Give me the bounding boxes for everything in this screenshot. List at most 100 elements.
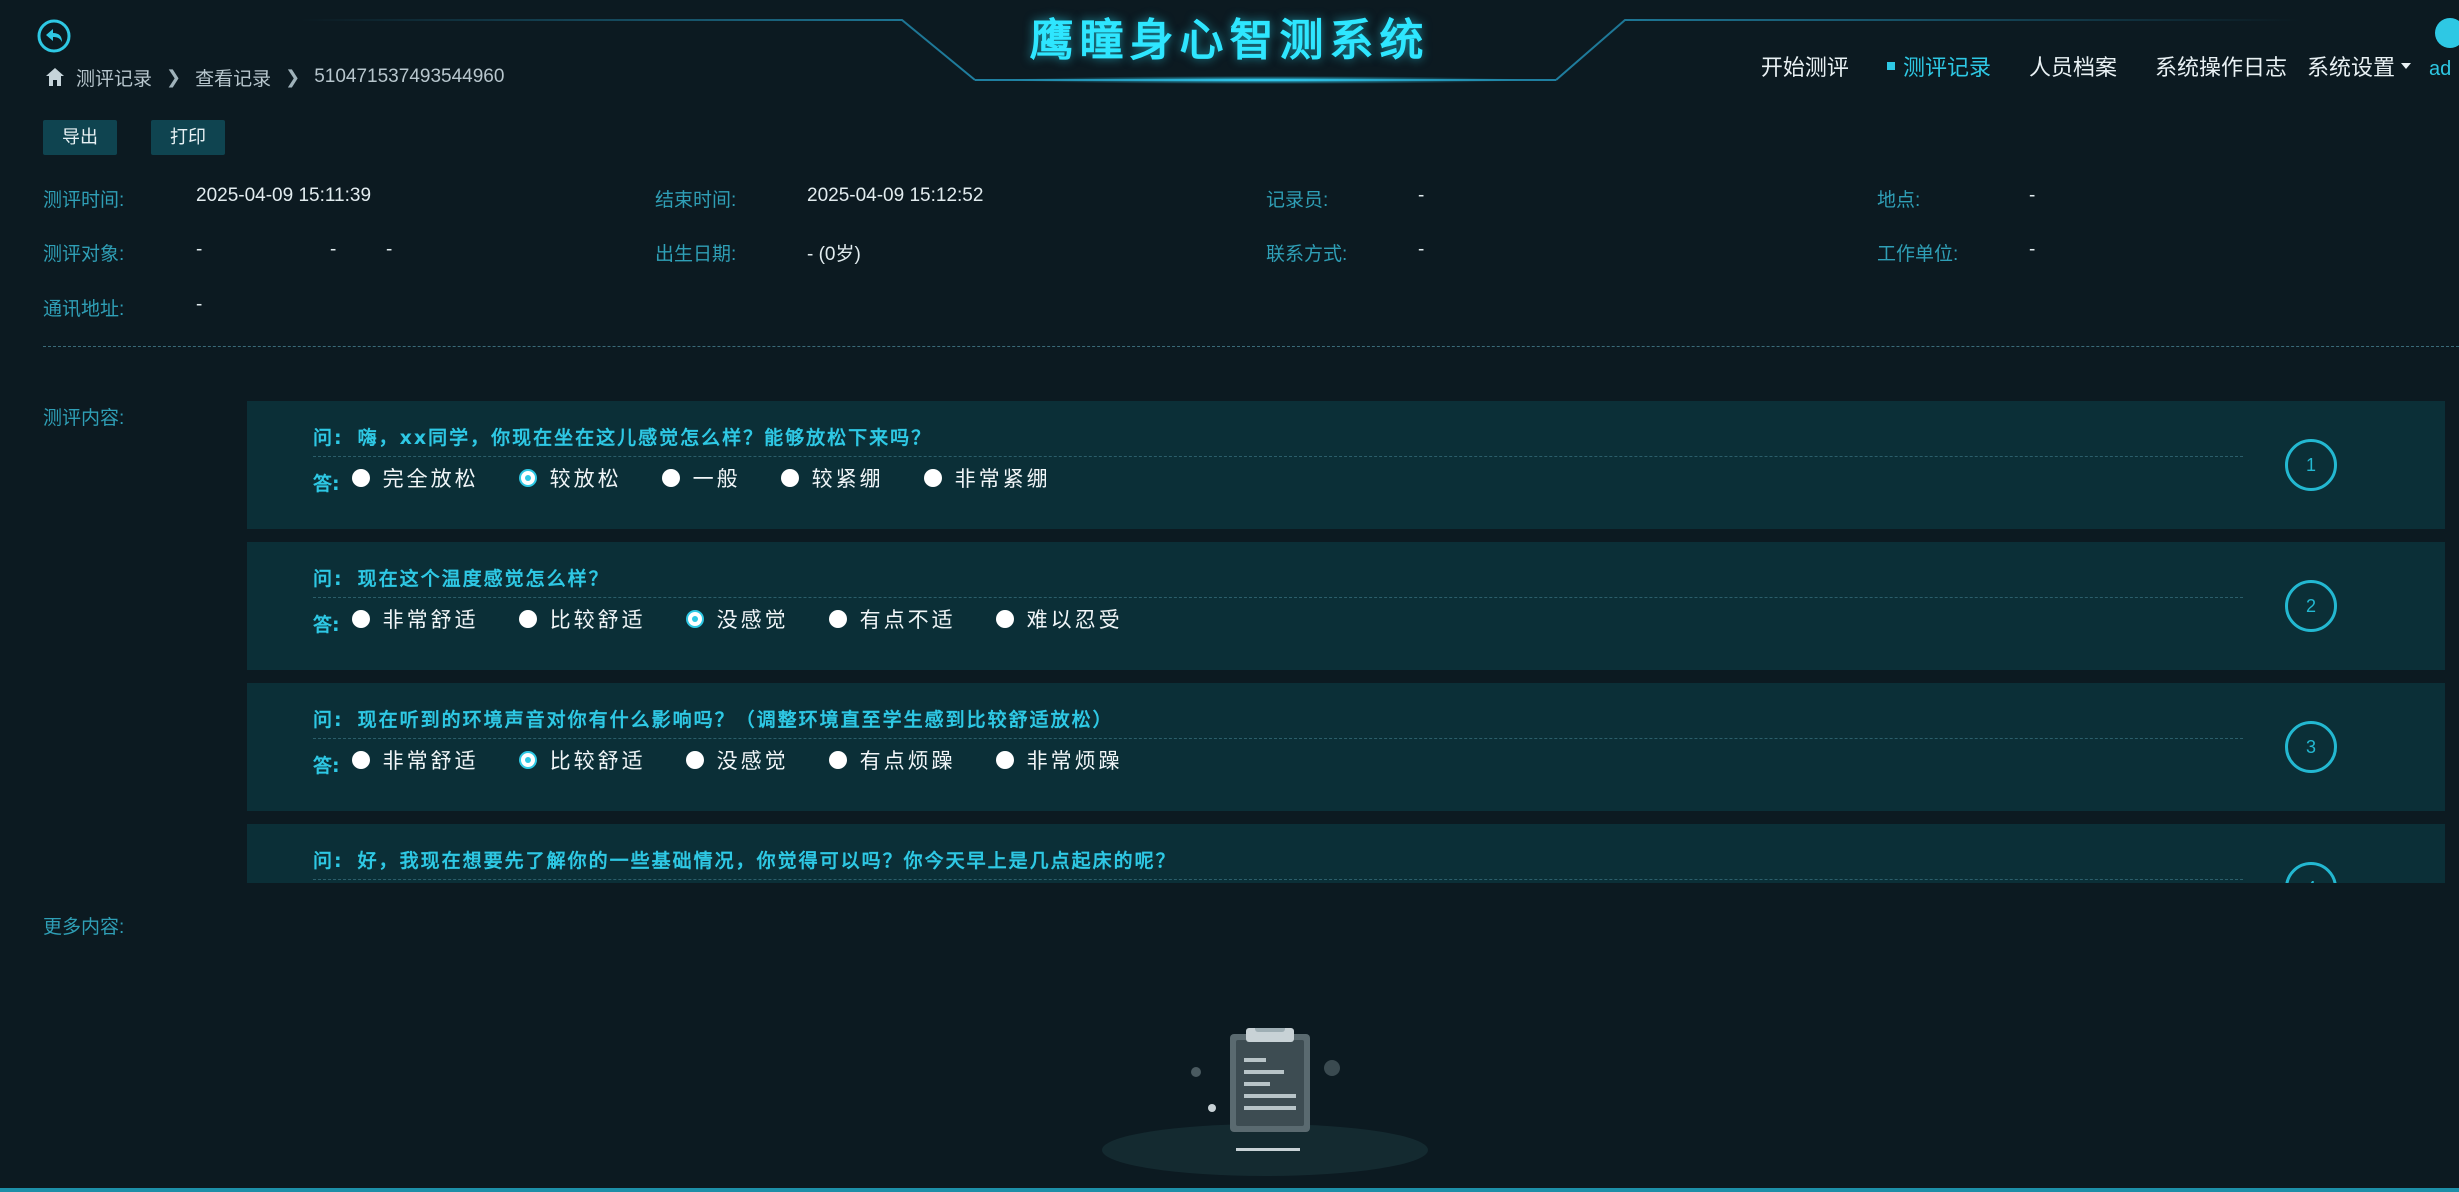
option-radio[interactable]: 较放松 xyxy=(518,463,622,493)
answer-prefix: 答: xyxy=(313,613,340,636)
question-content: 好，我现在想要先了解你的一些基础情况，你觉得可以吗？你今天早上是几点起床的呢？ xyxy=(357,850,1177,872)
contact-label: 联系方式: xyxy=(1266,244,1348,265)
caret-down-icon xyxy=(2401,63,2411,70)
location-value: - xyxy=(2029,185,2036,206)
print-button[interactable]: 打印 xyxy=(151,120,225,155)
export-button[interactable]: 导出 xyxy=(43,120,117,155)
radio-unchecked[interactable] xyxy=(351,751,370,769)
option-radio[interactable]: 非常舒适 xyxy=(351,745,479,775)
content-label: 测评内容: xyxy=(43,408,125,429)
nav-item-test-records[interactable]: 测评记录 xyxy=(1887,50,1991,82)
qa-divider xyxy=(313,738,2243,739)
qa-divider xyxy=(313,456,2243,457)
user-name: ad xyxy=(2429,58,2452,78)
nav-item-start-test[interactable]: 开始测评 xyxy=(1761,50,1849,82)
option-radio[interactable]: 较紧绷 xyxy=(780,463,884,493)
radio-checked[interactable] xyxy=(518,751,537,769)
chevron-right-icon: ❯ xyxy=(166,66,182,87)
bottom-accent-line xyxy=(0,1188,2459,1192)
page: 鹰瞳身心智测系统 测评记录 ❯ 查看记录 ❯ 51047153749354496… xyxy=(0,0,2459,1192)
toolbar: 导出 打印 xyxy=(43,120,259,155)
question-content: 现在听到的环境声音对你有什么影响吗？（调整环境直至学生感到比较舒适放松） xyxy=(357,709,1114,731)
breadcrumb-item-records[interactable]: 测评记录 xyxy=(76,64,152,91)
question-text: 问: 好，我现在想要先了解你的一些基础情况，你觉得可以吗？你今天早上是几点起床的呢… xyxy=(313,846,1177,873)
option-radio[interactable]: 完全放松 xyxy=(351,463,479,493)
contact-value: - xyxy=(1418,239,1425,260)
answer-options: 答: 非常舒适 比较舒适 没感觉 有点不适 难以忍受 xyxy=(313,604,1163,636)
qa-card: 问: 现在听到的环境声音对你有什么影响吗？（调整环境直至学生感到比较舒适放松） 答… xyxy=(247,683,2445,811)
home-icon[interactable] xyxy=(44,66,66,88)
question-prefix: 问: xyxy=(313,427,344,449)
option-radio[interactable]: 难以忍受 xyxy=(995,604,1123,634)
radio-unchecked[interactable] xyxy=(828,610,847,628)
question-number-badge: 3 xyxy=(2285,721,2337,773)
radio-unchecked[interactable] xyxy=(351,610,370,628)
start-time-value: 2025-04-09 15:11:39 xyxy=(196,185,372,206)
option-radio[interactable]: 没感觉 xyxy=(685,745,789,775)
question-prefix: 问: xyxy=(313,568,344,590)
option-radio[interactable]: 有点烦躁 xyxy=(828,745,956,775)
radio-checked[interactable] xyxy=(518,469,537,487)
radio-unchecked[interactable] xyxy=(995,751,1014,769)
qa-card: 问: 现在这个温度感觉怎么样？ 答: 非常舒适 比较舒适 没感觉 有点不适 难以忍… xyxy=(247,542,2445,670)
answer-options: 答: 非常舒适 比较舒适 没感觉 有点烦躁 非常烦躁 xyxy=(313,745,1163,777)
info-row-1: 测评时间: 2025-04-09 15:11:39 结束时间: 2025-04-… xyxy=(0,185,2459,211)
option-radio[interactable]: 非常舒适 xyxy=(351,604,479,634)
option-radio[interactable]: 有点不适 xyxy=(828,604,956,634)
radio-unchecked[interactable] xyxy=(828,751,847,769)
radio-unchecked[interactable] xyxy=(518,610,537,628)
option-radio[interactable]: 没感觉 xyxy=(685,604,789,634)
question-prefix: 问: xyxy=(313,709,344,731)
question-prefix: 问: xyxy=(313,850,344,872)
radio-unchecked[interactable] xyxy=(351,469,370,487)
divider xyxy=(43,346,2459,347)
qa-divider xyxy=(313,597,2243,598)
qa-card: 问: 好，我现在想要先了解你的一些基础情况，你觉得可以吗？你今天早上是几点起床的呢… xyxy=(247,824,2445,883)
option-label: 非常紧绷 xyxy=(954,467,1051,491)
radio-unchecked[interactable] xyxy=(995,610,1014,628)
avatar xyxy=(2435,18,2459,48)
option-label: 有点不适 xyxy=(859,608,956,632)
end-time-value: 2025-04-09 15:12:52 xyxy=(807,185,984,206)
clipboard-empty-icon xyxy=(1102,1028,1428,1176)
breadcrumb-item-view[interactable]: 查看记录 xyxy=(195,64,271,91)
info-row-3: 通讯地址: - xyxy=(0,294,2459,320)
option-radio[interactable]: 非常烦躁 xyxy=(995,745,1123,775)
breadcrumb-item-record-id: 510471537493544960 xyxy=(314,66,505,87)
option-label: 有点烦躁 xyxy=(859,749,956,773)
option-radio[interactable]: 非常紧绷 xyxy=(923,463,1051,493)
question-text: 问: 现在这个温度感觉怎么样？ xyxy=(313,564,610,591)
subject-value-extra: - xyxy=(386,239,393,260)
question-number-badge: 1 xyxy=(2285,439,2337,491)
top-nav: 开始测评 测评记录 人员档案 系统操作日志 系统设置 xyxy=(1761,50,2459,82)
radio-unchecked[interactable] xyxy=(685,751,704,769)
subject-label: 测评对象: xyxy=(43,244,125,265)
start-time-label: 测评时间: xyxy=(43,190,125,211)
qa-list[interactable]: 问: 嗨，xx同学，你现在坐在这儿感觉怎么样？能够放松下来吗？ 答: 完全放松 较… xyxy=(247,401,2445,883)
radio-checked[interactable] xyxy=(685,610,704,628)
question-number-badge: 2 xyxy=(2285,580,2337,632)
end-time-label: 结束时间: xyxy=(655,190,737,211)
user-chip[interactable]: ad xyxy=(2429,18,2459,78)
breadcrumb: 测评记录 ❯ 查看记录 ❯ 510471537493544960 xyxy=(44,64,504,90)
option-label: 一般 xyxy=(692,467,741,491)
radio-unchecked[interactable] xyxy=(780,469,799,487)
option-label: 没感觉 xyxy=(716,608,789,632)
question-text: 问: 现在听到的环境声音对你有什么影响吗？（调整环境直至学生感到比较舒适放松） xyxy=(313,705,1114,732)
work-value: - xyxy=(2029,239,2036,260)
nav-item-system-settings[interactable]: 系统设置 xyxy=(2307,50,2411,82)
work-label: 工作单位: xyxy=(1877,244,1959,265)
more-content-label: 更多内容: xyxy=(43,917,125,938)
radio-unchecked[interactable] xyxy=(923,469,942,487)
option-radio[interactable]: 比较舒适 xyxy=(518,604,646,634)
radio-unchecked[interactable] xyxy=(661,469,680,487)
option-label: 难以忍受 xyxy=(1026,608,1123,632)
option-label: 比较舒适 xyxy=(549,749,646,773)
option-radio[interactable]: 比较舒适 xyxy=(518,745,646,775)
nav-item-personnel-files[interactable]: 人员档案 xyxy=(2029,50,2117,82)
nav-item-operation-log[interactable]: 系统操作日志 xyxy=(2155,50,2287,82)
option-label: 较紧绷 xyxy=(811,467,884,491)
option-label: 比较舒适 xyxy=(549,608,646,632)
option-radio[interactable]: 一般 xyxy=(661,463,741,493)
option-label: 完全放松 xyxy=(382,467,479,491)
